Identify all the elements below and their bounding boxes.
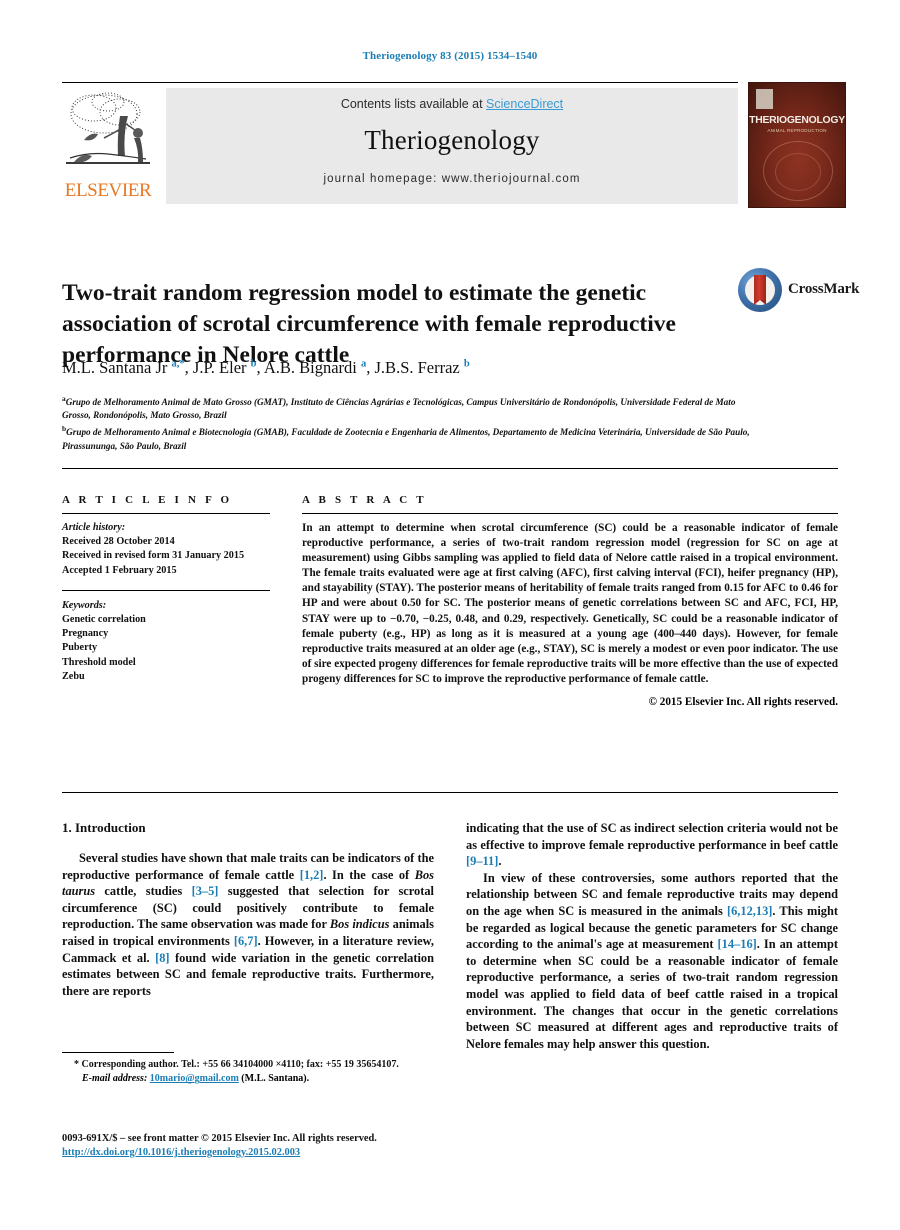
sciencedirect-link[interactable]: ScienceDirect [486, 97, 563, 111]
crossmark-circle-icon [738, 268, 782, 312]
affiliation-a-text: Grupo de Melhoramento Animal de Mato Gro… [62, 397, 736, 421]
history-item: Accepted 1 February 2015 [62, 564, 177, 576]
body-column-right: indicating that the use of SC as indirec… [466, 820, 838, 1052]
keyword-item: Zebu [62, 670, 85, 682]
history-item: Received 28 October 2014 [62, 536, 175, 548]
cover-subtitle: ANIMAL REPRODUCTION [767, 128, 827, 133]
running-head: Theriogenology 83 (2015) 1534–1540 [362, 50, 538, 62]
crossmark-badge[interactable]: CrossMark [738, 268, 859, 314]
intro-paragraph-2: In view of these controversies, some aut… [466, 870, 838, 1051]
article-info-heading: A R T I C L E I N F O [62, 494, 233, 506]
elsevier-wordmark: ELSEVIER [64, 180, 152, 201]
keywords-label: Keywords: [62, 599, 107, 611]
crossmark-label: CrossMark [788, 281, 860, 297]
doi-link[interactable]: http://dx.doi.org/10.1016/j.theriogenolo… [62, 1147, 300, 1158]
paper-page: Theriogenology 83 (2015) 1534–1540 ELSEV… [0, 0, 900, 1230]
email-link[interactable]: 10mario@gmail.com [150, 1073, 239, 1084]
contents-prefix: Contents lists available at [340, 97, 487, 111]
email-label: E-mail address: [82, 1073, 148, 1085]
journal-title: Theriogenology [364, 125, 540, 155]
contents-line: Contents lists available at ScienceDirec… [166, 97, 738, 111]
abstract-section: A B S T R A C T In an attempt to determi… [302, 494, 838, 708]
abstract-copyright: © 2015 Elsevier Inc. All rights reserved… [648, 696, 838, 709]
history-item: Received in revised form 31 January 2015 [62, 550, 245, 562]
affiliations: aGrupo de Melhoramento Animal de Mato Gr… [62, 392, 762, 453]
intro-paragraph-1-cont: indicating that the use of SC as indirec… [466, 821, 838, 869]
article-info-section: A R T I C L E I N F O Article history: R… [62, 494, 270, 684]
journal-masthead: ELSEVIER Contents lists available at Sci… [62, 82, 846, 208]
abstract-heading: A B S T R A C T [302, 494, 427, 506]
keyword-item: Pregnancy [62, 628, 109, 640]
page-title: Two-trait random regression model to est… [62, 279, 676, 368]
email-owner: (M.L. Santana). [241, 1073, 310, 1085]
body-column-left: 1. Introduction Several studies have sho… [62, 820, 434, 999]
journal-cover-image: THERIOGENOLOGY ANIMAL REPRODUCTION [748, 82, 846, 208]
journal-homepage[interactable]: journal homepage: www.theriojournal.com [166, 173, 738, 185]
affiliation-a: aGrupo de Melhoramento Animal de Mato Gr… [62, 392, 762, 422]
footnote-block: * Corresponding author. Tel.: +55 66 341… [62, 1052, 434, 1084]
keyword-item: Genetic correlation [62, 614, 146, 626]
intro-paragraph-1: Several studies have shown that male tra… [62, 851, 434, 998]
cover-inner-ring-decoration [775, 153, 821, 191]
footnote-rule [62, 1052, 174, 1053]
abstract-text: In an attempt to determine when scrotal … [302, 522, 838, 685]
crossmark-ribbon-icon [754, 275, 766, 305]
issn-line: 0093-691X/$ – see front matter © 2015 El… [62, 1133, 377, 1144]
author-list: M.L. Santana Jr a,*, J.P. Eler b, A.B. B… [62, 358, 470, 377]
article-info-rule [62, 513, 270, 514]
masthead-top-rule [62, 82, 738, 83]
elsevier-logo: ELSEVIER [62, 88, 154, 204]
email-note: E-mail address: 10mario@gmail.com (M.L. … [62, 1073, 434, 1084]
keyword-item: Puberty [62, 642, 98, 654]
journal-info-box: Contents lists available at ScienceDirec… [166, 88, 738, 204]
abstract-bottom-rule [62, 792, 838, 793]
keywords-block: Keywords: Genetic correlation Pregnancy … [62, 599, 270, 684]
article-history-label: Article history: [62, 522, 126, 533]
keywords-rule [62, 589, 270, 591]
corresponding-author-note: * Corresponding author. Tel.: +55 66 341… [74, 1059, 399, 1070]
cover-title: THERIOGENOLOGY [749, 115, 845, 126]
section-heading-introduction: 1. Introduction [62, 820, 146, 835]
affiliation-b-text: Grupo de Melhoramento Animal e Biotecnol… [62, 427, 750, 451]
elsevier-tree-icon [66, 92, 150, 164]
article-history: Article history: Received 28 October 201… [62, 521, 270, 578]
cover-badge-icon [756, 89, 773, 109]
keyword-item: Threshold model [62, 656, 136, 668]
abstract-rule [302, 513, 838, 514]
affiliation-b: bGrupo de Melhoramento Animal e Biotecno… [62, 422, 762, 452]
abstract-top-rule [62, 468, 838, 469]
issn-copyright-block: 0093-691X/$ – see front matter © 2015 El… [62, 1132, 482, 1160]
